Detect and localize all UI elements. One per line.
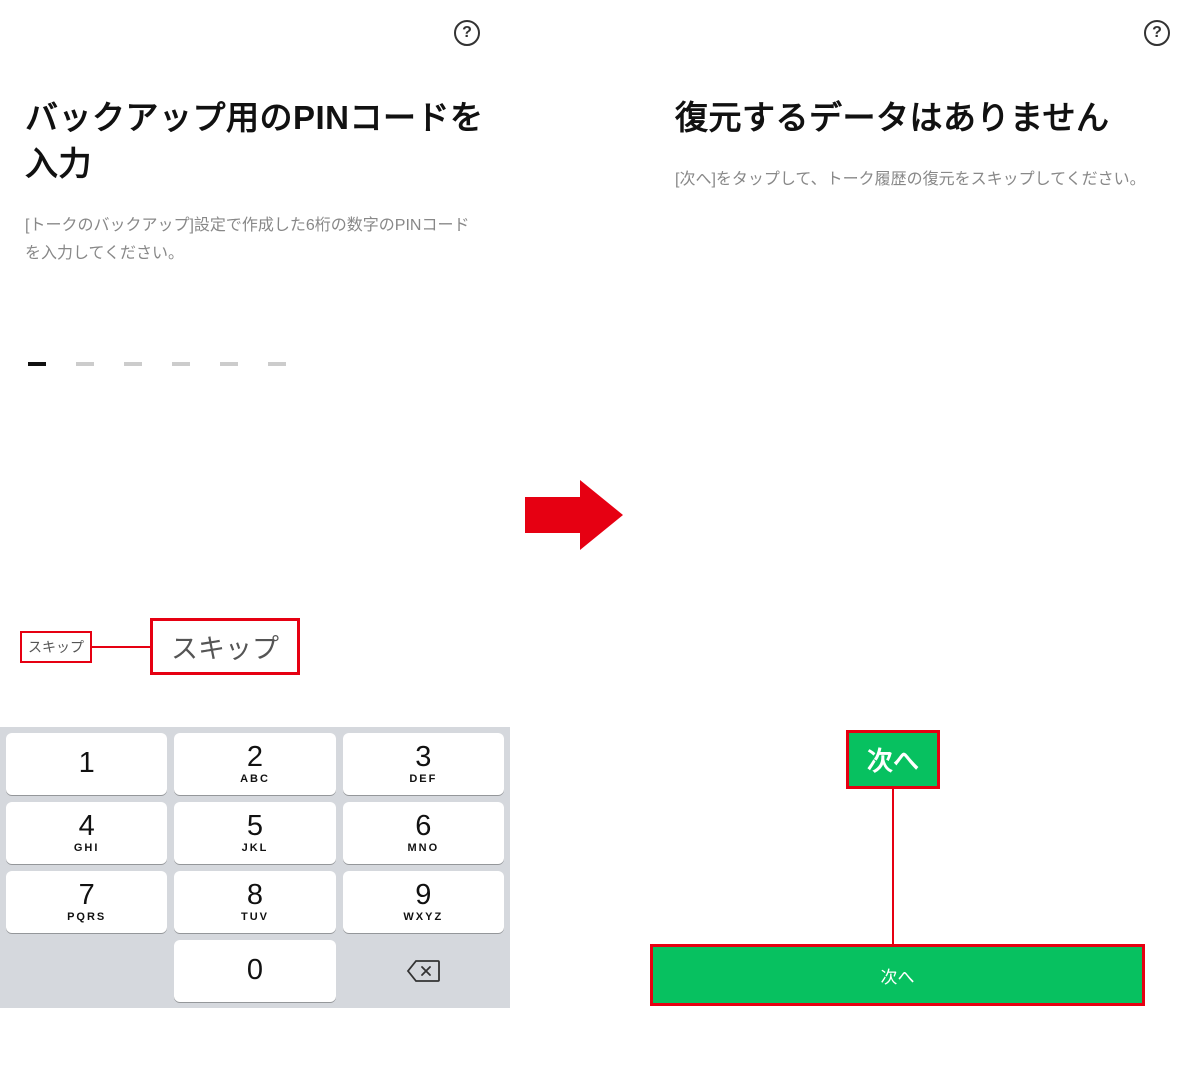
key-letters: JKL xyxy=(242,842,269,854)
screen-title: バックアップ用のPINコードを入力 xyxy=(25,95,485,187)
key-letters: ABC xyxy=(240,773,270,785)
keypad-spacer xyxy=(6,940,167,1002)
key-letters: MNO xyxy=(407,842,439,854)
key-0[interactable]: 0 xyxy=(174,940,335,1002)
skip-annotation: スキップ スキップ xyxy=(20,618,300,675)
key-4[interactable]: 4 GHI xyxy=(6,802,167,864)
key-number: 3 xyxy=(415,743,431,772)
help-icon[interactable]: ? xyxy=(1144,20,1170,46)
key-8[interactable]: 8 TUV xyxy=(174,871,335,933)
skip-button-label: スキップ xyxy=(171,634,279,664)
skip-annotation-label: スキップ xyxy=(20,631,92,663)
next-button-label: 次へ xyxy=(881,963,915,988)
annotation-connector xyxy=(92,646,150,648)
key-3[interactable]: 3 DEF xyxy=(343,733,504,795)
key-6[interactable]: 6 MNO xyxy=(343,802,504,864)
key-backspace[interactable] xyxy=(343,940,504,1002)
next-annotation-label-box: 次へ xyxy=(846,730,940,789)
key-9[interactable]: 9 WXYZ xyxy=(343,871,504,933)
next-annotation-label: 次へ xyxy=(867,746,919,776)
pin-dot xyxy=(28,362,46,366)
key-number: 4 xyxy=(79,812,95,841)
screen-subtitle: [次へ]をタップして、トーク履歴の復元をスキップしてください。 xyxy=(675,166,1175,193)
key-letters: WXYZ xyxy=(403,911,443,923)
arrow-right-icon xyxy=(525,475,625,555)
key-letters: PQRS xyxy=(67,911,106,923)
pin-dot xyxy=(124,362,142,366)
next-annotation: 次へ xyxy=(846,730,940,944)
help-icon[interactable]: ? xyxy=(454,20,480,46)
key-number: 6 xyxy=(415,812,431,841)
key-1[interactable]: 1 xyxy=(6,733,167,795)
key-letters: DEF xyxy=(409,773,437,785)
key-7[interactable]: 7 PQRS xyxy=(6,871,167,933)
screen-subtitle: [トークのバックアップ]設定で作成した6桁の数字のPINコードを入力してください… xyxy=(25,212,485,266)
key-number: 9 xyxy=(415,881,431,910)
pin-dot xyxy=(172,362,190,366)
dual-screenshot-container: ? バックアップ用のPINコードを入力 [トークのバックアップ]設定で作成した6… xyxy=(0,0,1200,1083)
key-2[interactable]: 2 ABC xyxy=(174,733,335,795)
key-number: 2 xyxy=(247,743,263,772)
keypad-row: 4 GHI 5 JKL 6 MNO xyxy=(6,802,504,864)
screen-title: 復元するデータはありません xyxy=(675,95,1175,141)
numeric-keypad: 1 2 ABC 3 DEF 4 GHI 5 J xyxy=(0,727,510,1008)
screen-pin-entry: ? バックアップ用のPINコードを入力 [トークのバックアップ]設定で作成した6… xyxy=(0,0,510,1083)
key-number: 8 xyxy=(247,881,263,910)
key-number: 7 xyxy=(79,881,95,910)
pin-dot xyxy=(268,362,286,366)
backspace-icon xyxy=(406,959,440,983)
keypad-row: 1 2 ABC 3 DEF xyxy=(6,733,504,795)
key-5[interactable]: 5 JKL xyxy=(174,802,335,864)
annotation-connector xyxy=(892,789,894,944)
key-number: 1 xyxy=(79,749,95,778)
next-button[interactable]: 次へ xyxy=(650,944,1145,1006)
key-letters: TUV xyxy=(241,911,269,923)
pin-input-indicator xyxy=(28,362,510,366)
key-number: 0 xyxy=(247,956,263,985)
key-letters: GHI xyxy=(74,842,100,854)
keypad-row: 7 PQRS 8 TUV 9 WXYZ xyxy=(6,871,504,933)
pin-dot xyxy=(76,362,94,366)
skip-button[interactable]: スキップ xyxy=(150,618,300,675)
keypad-row: 0 xyxy=(6,940,504,1002)
key-number: 5 xyxy=(247,812,263,841)
pin-dot xyxy=(220,362,238,366)
